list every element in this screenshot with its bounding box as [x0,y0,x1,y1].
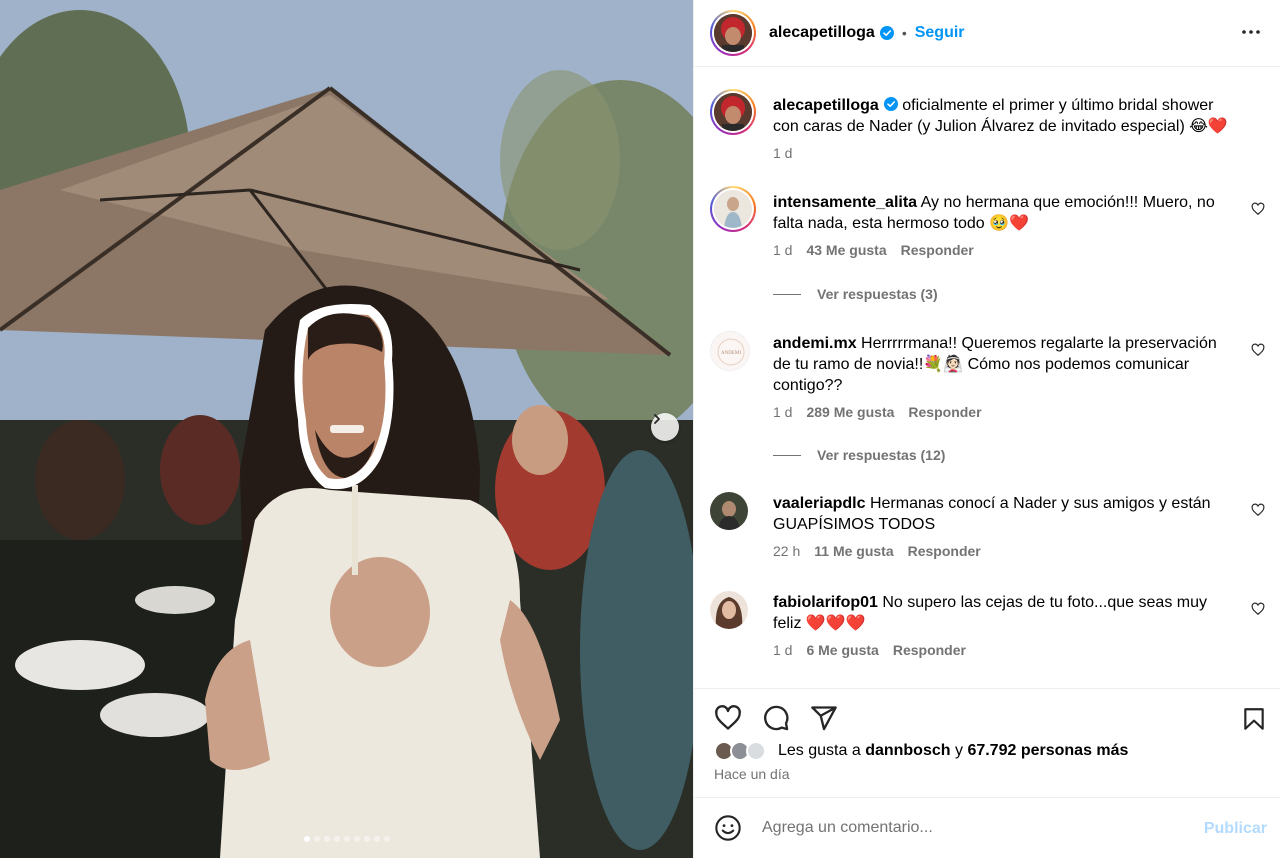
comment-like-heart-icon[interactable] [1251,202,1265,216]
comment-time: 22 h [773,543,801,559]
carousel-dot[interactable] [323,836,330,842]
comment-item: intensamente_alita Ay no hermana que emo… [710,186,1265,258]
carousel-indicator [0,836,693,842]
comment-username[interactable]: fabiolarifop01 [773,594,878,611]
comments-list[interactable]: alecapetilloga oficialmente el primer y … [694,67,1280,688]
post-photo[interactable] [0,0,693,858]
next-slide-icon [654,414,660,424]
liker-username[interactable]: dannbosch [865,742,950,760]
post-date: Hace un día [714,766,790,782]
comment-username[interactable]: intensamente_alita [773,194,917,211]
bookmark-icon[interactable] [1241,705,1267,733]
reply-button[interactable]: Responder [908,543,981,559]
likes-prefix: Les gusta a [778,742,861,759]
comment-likes[interactable]: 43 Me gusta [806,242,886,258]
header-separator: • [901,25,907,41]
caption-avatar-image [714,93,752,131]
carousel-dot[interactable] [383,836,390,842]
add-comment-bar: Publicar [694,797,1280,858]
andemi-logo-text: ANDEMI [721,351,741,356]
view-replies-label: Ver respuestas (3) [817,286,938,302]
more-options-icon[interactable] [1241,22,1261,42]
comment-input[interactable] [762,819,1182,837]
comment-item: fabiolarifop01 No supero las cejas de tu… [710,591,1265,658]
carousel-dot[interactable] [343,836,350,842]
comment-likes[interactable]: 289 Me gusta [806,404,894,420]
replies-line [773,293,801,295]
liker-avatars [714,741,770,761]
comment-item: vaaleriapdlc Hermanas conocí a Nader y s… [710,492,1265,559]
reply-button[interactable]: Responder [893,642,966,658]
comment-likes[interactable]: 11 Me gusta [814,543,893,559]
comment-meta: 1 d 6 Me gusta Responder [773,642,1265,658]
author-avatar[interactable] [710,10,756,56]
comment-likes[interactable]: 6 Me gusta [806,642,878,658]
liker-avatar [746,741,766,761]
comment-avatar[interactable]: ANDEMI [710,331,750,371]
post-actions: Les gusta a dannbosch y 67.792 personas … [694,688,1280,796]
caption-meta: 1 d [773,145,1265,161]
publish-button[interactable]: Publicar [1204,820,1267,838]
reply-button[interactable]: Responder [908,404,981,420]
caption-username[interactable]: alecapetilloga [773,97,879,114]
comment-meta: 22 h 11 Me gusta Responder [773,543,1265,559]
comment-username[interactable]: vaaleriapdlc [773,495,866,512]
view-replies-button[interactable]: Ver respuestas (12) [773,447,945,463]
comment-time: 1 d [773,242,793,258]
comment-item: ANDEMI andemi.mx Herrrrrmana!! Queremos … [710,331,1265,420]
commenter-avatar-image: ANDEMI [711,332,749,370]
carousel-dot[interactable] [303,836,310,842]
others-likes-count[interactable]: 67.792 personas más [967,742,1128,760]
carousel-dot[interactable] [353,836,360,842]
reply-button[interactable]: Responder [901,242,974,258]
commenter-avatar-image [710,591,748,629]
author-username[interactable]: alecapetilloga [769,24,875,42]
comment-avatar[interactable] [710,492,748,530]
replies-line [773,454,801,456]
comment-icon[interactable] [762,704,790,732]
commenter-avatar-image [710,492,748,530]
carousel-dot[interactable] [333,836,340,842]
post-header: alecapetilloga • Seguir [694,0,1280,67]
caption-verified-icon [883,97,898,111]
carousel-dot[interactable] [373,836,380,842]
comment-like-heart-icon[interactable] [1251,503,1265,517]
verified-badge-icon [879,26,894,40]
view-replies-label: Ver respuestas (12) [817,447,946,463]
comment-time: 1 d [773,404,793,420]
carousel-dot[interactable] [363,836,370,842]
comment-avatar[interactable] [710,186,756,232]
comment-meta: 1 d 289 Me gusta Responder [773,404,1265,420]
comment-like-heart-icon[interactable] [1251,343,1265,357]
emoji-icon[interactable] [714,814,742,842]
comment-username[interactable]: andemi.mx [773,335,857,352]
post-panel: alecapetilloga • Seguir alecapetilloga o… [693,0,1280,858]
heart-icon[interactable] [714,704,742,732]
commenter-avatar-image [714,190,752,228]
likes-summary[interactable]: Les gusta a dannbosch y 67.792 personas … [714,741,1128,761]
caption-author-avatar[interactable] [710,89,756,135]
comment-avatar[interactable] [710,591,748,629]
comment-meta: 1 d 43 Me gusta Responder [773,242,1265,258]
follow-button[interactable]: Seguir [915,24,965,42]
comment-time: 1 d [773,642,793,658]
photo-illustration [0,0,693,858]
next-slide-button[interactable] [651,413,679,441]
carousel-dot[interactable] [313,836,320,842]
share-icon[interactable] [810,704,838,732]
post-caption: alecapetilloga oficialmente el primer y … [710,89,1265,161]
comment-like-heart-icon[interactable] [1251,602,1265,616]
likes-connector: y [954,742,963,759]
caption-time: 1 d [773,145,793,161]
view-replies-button[interactable]: Ver respuestas (3) [773,286,938,302]
author-avatar-image [714,14,752,52]
